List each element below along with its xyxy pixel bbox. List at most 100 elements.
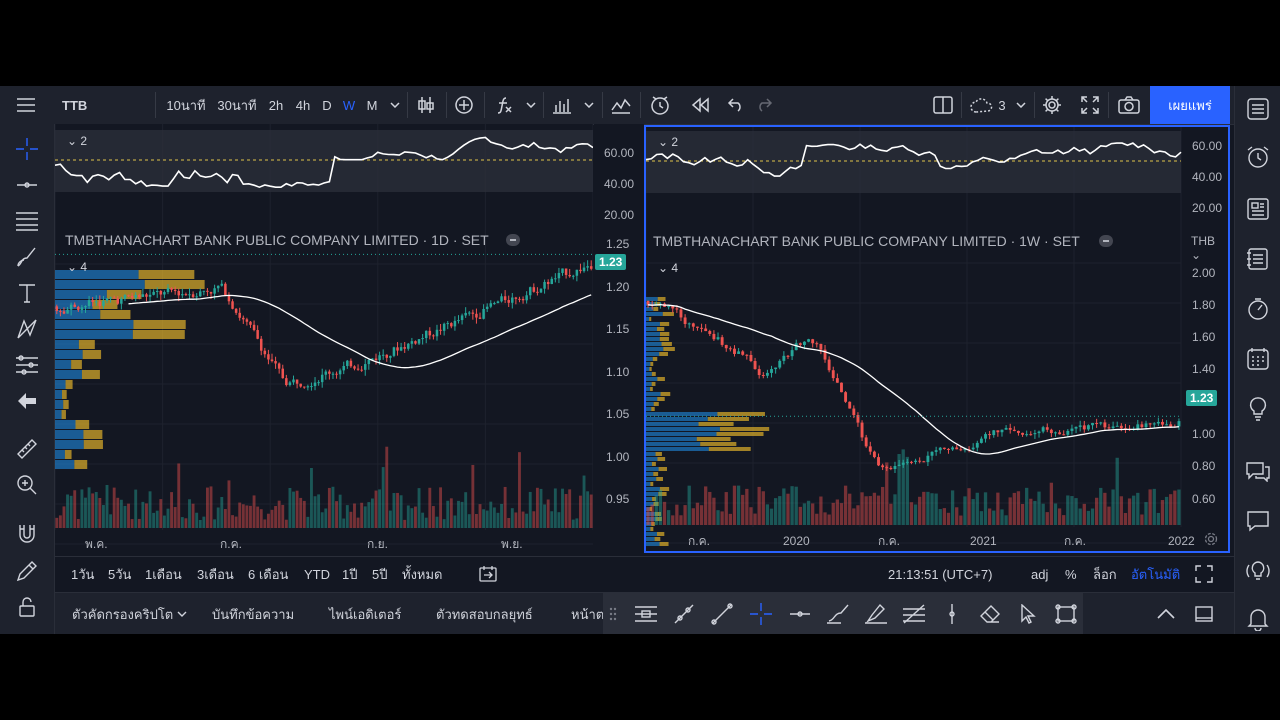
brush-icon[interactable] bbox=[12, 242, 42, 272]
comment-icon[interactable] bbox=[1243, 506, 1273, 536]
trend-line-icon[interactable] bbox=[707, 599, 737, 629]
interval-4h[interactable]: 4h bbox=[291, 86, 315, 124]
clock-readout[interactable]: 21:13:51 (UTC+7) bbox=[888, 557, 992, 591]
replay-icon[interactable] bbox=[686, 86, 714, 124]
horizontal-lines-icon[interactable] bbox=[631, 599, 661, 629]
pattern-icon[interactable] bbox=[12, 314, 42, 344]
interval-w[interactable]: W bbox=[339, 86, 359, 124]
tab-pine-editor[interactable]: ไพน์เอดิเตอร์ bbox=[329, 593, 401, 634]
interval-30min[interactable]: 30นาที bbox=[214, 86, 260, 124]
range-ytd[interactable]: YTD bbox=[304, 557, 330, 591]
chevron-down-icon[interactable] bbox=[580, 86, 598, 124]
oscillator-legend[interactable]: ⌄ 2 bbox=[658, 135, 678, 149]
crosshair-icon[interactable] bbox=[746, 599, 776, 629]
auto-scale-toggle[interactable]: อัตโนมัติ bbox=[1131, 557, 1180, 591]
collapse-legend-icon[interactable] bbox=[506, 234, 520, 246]
lock-icon[interactable] bbox=[12, 592, 42, 622]
ruler-icon[interactable] bbox=[12, 434, 42, 464]
watchlist-icon[interactable] bbox=[1243, 94, 1273, 124]
tab-crypto-screener[interactable]: ตัวคัดกรองคริปโต bbox=[72, 593, 187, 634]
menu-icon[interactable] bbox=[10, 86, 42, 124]
indicators-icon[interactable] bbox=[490, 86, 518, 124]
candles-icon[interactable] bbox=[412, 86, 440, 124]
range-1d[interactable]: 1วัน bbox=[71, 557, 94, 591]
calendar-icon[interactable] bbox=[1243, 344, 1273, 374]
eraser-icon[interactable] bbox=[975, 599, 1005, 629]
gear-icon[interactable] bbox=[1203, 531, 1219, 550]
interval-m[interactable]: M bbox=[362, 86, 382, 124]
adj-toggle[interactable]: adj bbox=[1031, 557, 1048, 591]
timer-icon[interactable] bbox=[1243, 294, 1273, 324]
interval-d[interactable]: D bbox=[317, 86, 337, 124]
camera-icon[interactable] bbox=[1114, 86, 1144, 124]
pencil-lock-icon[interactable] bbox=[12, 556, 42, 586]
text-icon[interactable] bbox=[12, 278, 42, 308]
add-compare-icon[interactable] bbox=[450, 86, 478, 124]
templates-icon[interactable] bbox=[548, 86, 576, 124]
percent-toggle[interactable]: % bbox=[1065, 557, 1077, 591]
cloud-icon[interactable] bbox=[966, 86, 998, 124]
alarm-clock-icon[interactable] bbox=[1243, 142, 1273, 172]
clock-alert-icon[interactable] bbox=[646, 86, 674, 124]
idea-stream-icon[interactable] bbox=[1243, 556, 1273, 586]
main-indicator-legend[interactable]: ⌄ 4 bbox=[67, 260, 87, 274]
chevron-up-icon[interactable] bbox=[1157, 593, 1175, 634]
weekly-chart-canvas[interactable]: ก.ค. 2020 ก.ค. 2021 ก.ค. 2022 bbox=[646, 127, 1228, 551]
log-toggle[interactable]: ล็อก bbox=[1093, 557, 1117, 591]
collapse-legend-icon[interactable] bbox=[1099, 235, 1113, 247]
horizontal-ray-icon[interactable] bbox=[785, 599, 815, 629]
tab-trading-panel[interactable]: หน้าต bbox=[571, 593, 604, 634]
chart-pane-daily[interactable]: พ.ค. ก.ค. ก.ย. พ.ย. ⌄ 2 TMBTHANACHART BANK … bbox=[55, 124, 593, 554]
bell-icon[interactable] bbox=[1243, 604, 1273, 634]
symbol-search[interactable]: TTB bbox=[62, 86, 102, 124]
prediction-icon[interactable] bbox=[12, 350, 42, 380]
panel-toggle-icon[interactable] bbox=[1195, 593, 1213, 634]
layout-icon[interactable] bbox=[928, 86, 958, 124]
ray-icon[interactable] bbox=[669, 599, 699, 629]
chat-icon[interactable] bbox=[1243, 456, 1273, 486]
range-6m[interactable]: 6 เดือน bbox=[248, 557, 288, 591]
news-icon[interactable] bbox=[1243, 194, 1273, 224]
cursor-icon[interactable] bbox=[1013, 599, 1043, 629]
range-1m[interactable]: 1เดือน bbox=[145, 557, 182, 591]
crosshair-icon[interactable] bbox=[12, 134, 42, 164]
fullscreen-icon[interactable] bbox=[1076, 86, 1104, 124]
interval-10min[interactable]: 10นาที bbox=[163, 86, 209, 124]
maximize-icon[interactable] bbox=[1195, 557, 1213, 591]
currency-selector[interactable]: THB ⌄ bbox=[1191, 234, 1228, 262]
range-3m[interactable]: 3เดือน bbox=[197, 557, 234, 591]
calendar-list-icon[interactable] bbox=[1243, 244, 1273, 274]
fib-retracement-icon[interactable] bbox=[899, 599, 929, 629]
chevron-down-icon[interactable] bbox=[1012, 86, 1030, 124]
daily-chart-canvas[interactable]: พ.ค. ก.ค. ก.ย. พ.ย. bbox=[55, 124, 593, 554]
lightbulb-icon[interactable] bbox=[1243, 394, 1273, 424]
tab-text-notes[interactable]: บันทึกข้อความ bbox=[212, 593, 294, 634]
range-5y[interactable]: 5ปี bbox=[372, 557, 387, 591]
oscillator-legend[interactable]: ⌄ 2 bbox=[67, 134, 87, 148]
chart-pane-weekly[interactable]: ก.ค. 2020 ก.ค. 2021 ก.ค. 2022 ⌄ 2 TMBTHANACHA… bbox=[644, 125, 1230, 553]
zoom-icon[interactable] bbox=[12, 470, 42, 500]
publish-button[interactable]: เผยแพร่ bbox=[1150, 86, 1230, 124]
alert-icon[interactable] bbox=[607, 86, 635, 124]
trend-line-icon[interactable] bbox=[12, 170, 42, 200]
go-to-date-icon[interactable] bbox=[479, 557, 497, 591]
rectangle-icon[interactable] bbox=[1051, 599, 1081, 629]
magnet-icon[interactable] bbox=[12, 520, 42, 550]
redo-icon[interactable] bbox=[750, 86, 778, 124]
range-5d[interactable]: 5วัน bbox=[108, 557, 131, 591]
range-1y[interactable]: 1ปี bbox=[342, 557, 357, 591]
chevron-down-icon[interactable] bbox=[386, 86, 404, 124]
fib-icon[interactable] bbox=[12, 206, 42, 236]
undo-icon[interactable] bbox=[722, 86, 750, 124]
interval-2h[interactable]: 2h bbox=[264, 86, 288, 124]
arrow-left-icon[interactable] bbox=[12, 386, 42, 416]
chevron-down-icon[interactable] bbox=[522, 86, 540, 124]
tab-strategy-tester[interactable]: ตัวทดสอบกลยุทธ์ bbox=[436, 593, 533, 634]
vertical-line-icon[interactable] bbox=[937, 599, 967, 629]
gear-icon[interactable] bbox=[1038, 86, 1066, 124]
range-all[interactable]: ทั้งหมด bbox=[402, 557, 443, 591]
drag-handle-icon[interactable] bbox=[607, 599, 619, 629]
main-indicator-legend[interactable]: ⌄ 4 bbox=[658, 261, 678, 275]
brush-icon[interactable] bbox=[823, 599, 853, 629]
highlighter-icon[interactable] bbox=[861, 599, 891, 629]
